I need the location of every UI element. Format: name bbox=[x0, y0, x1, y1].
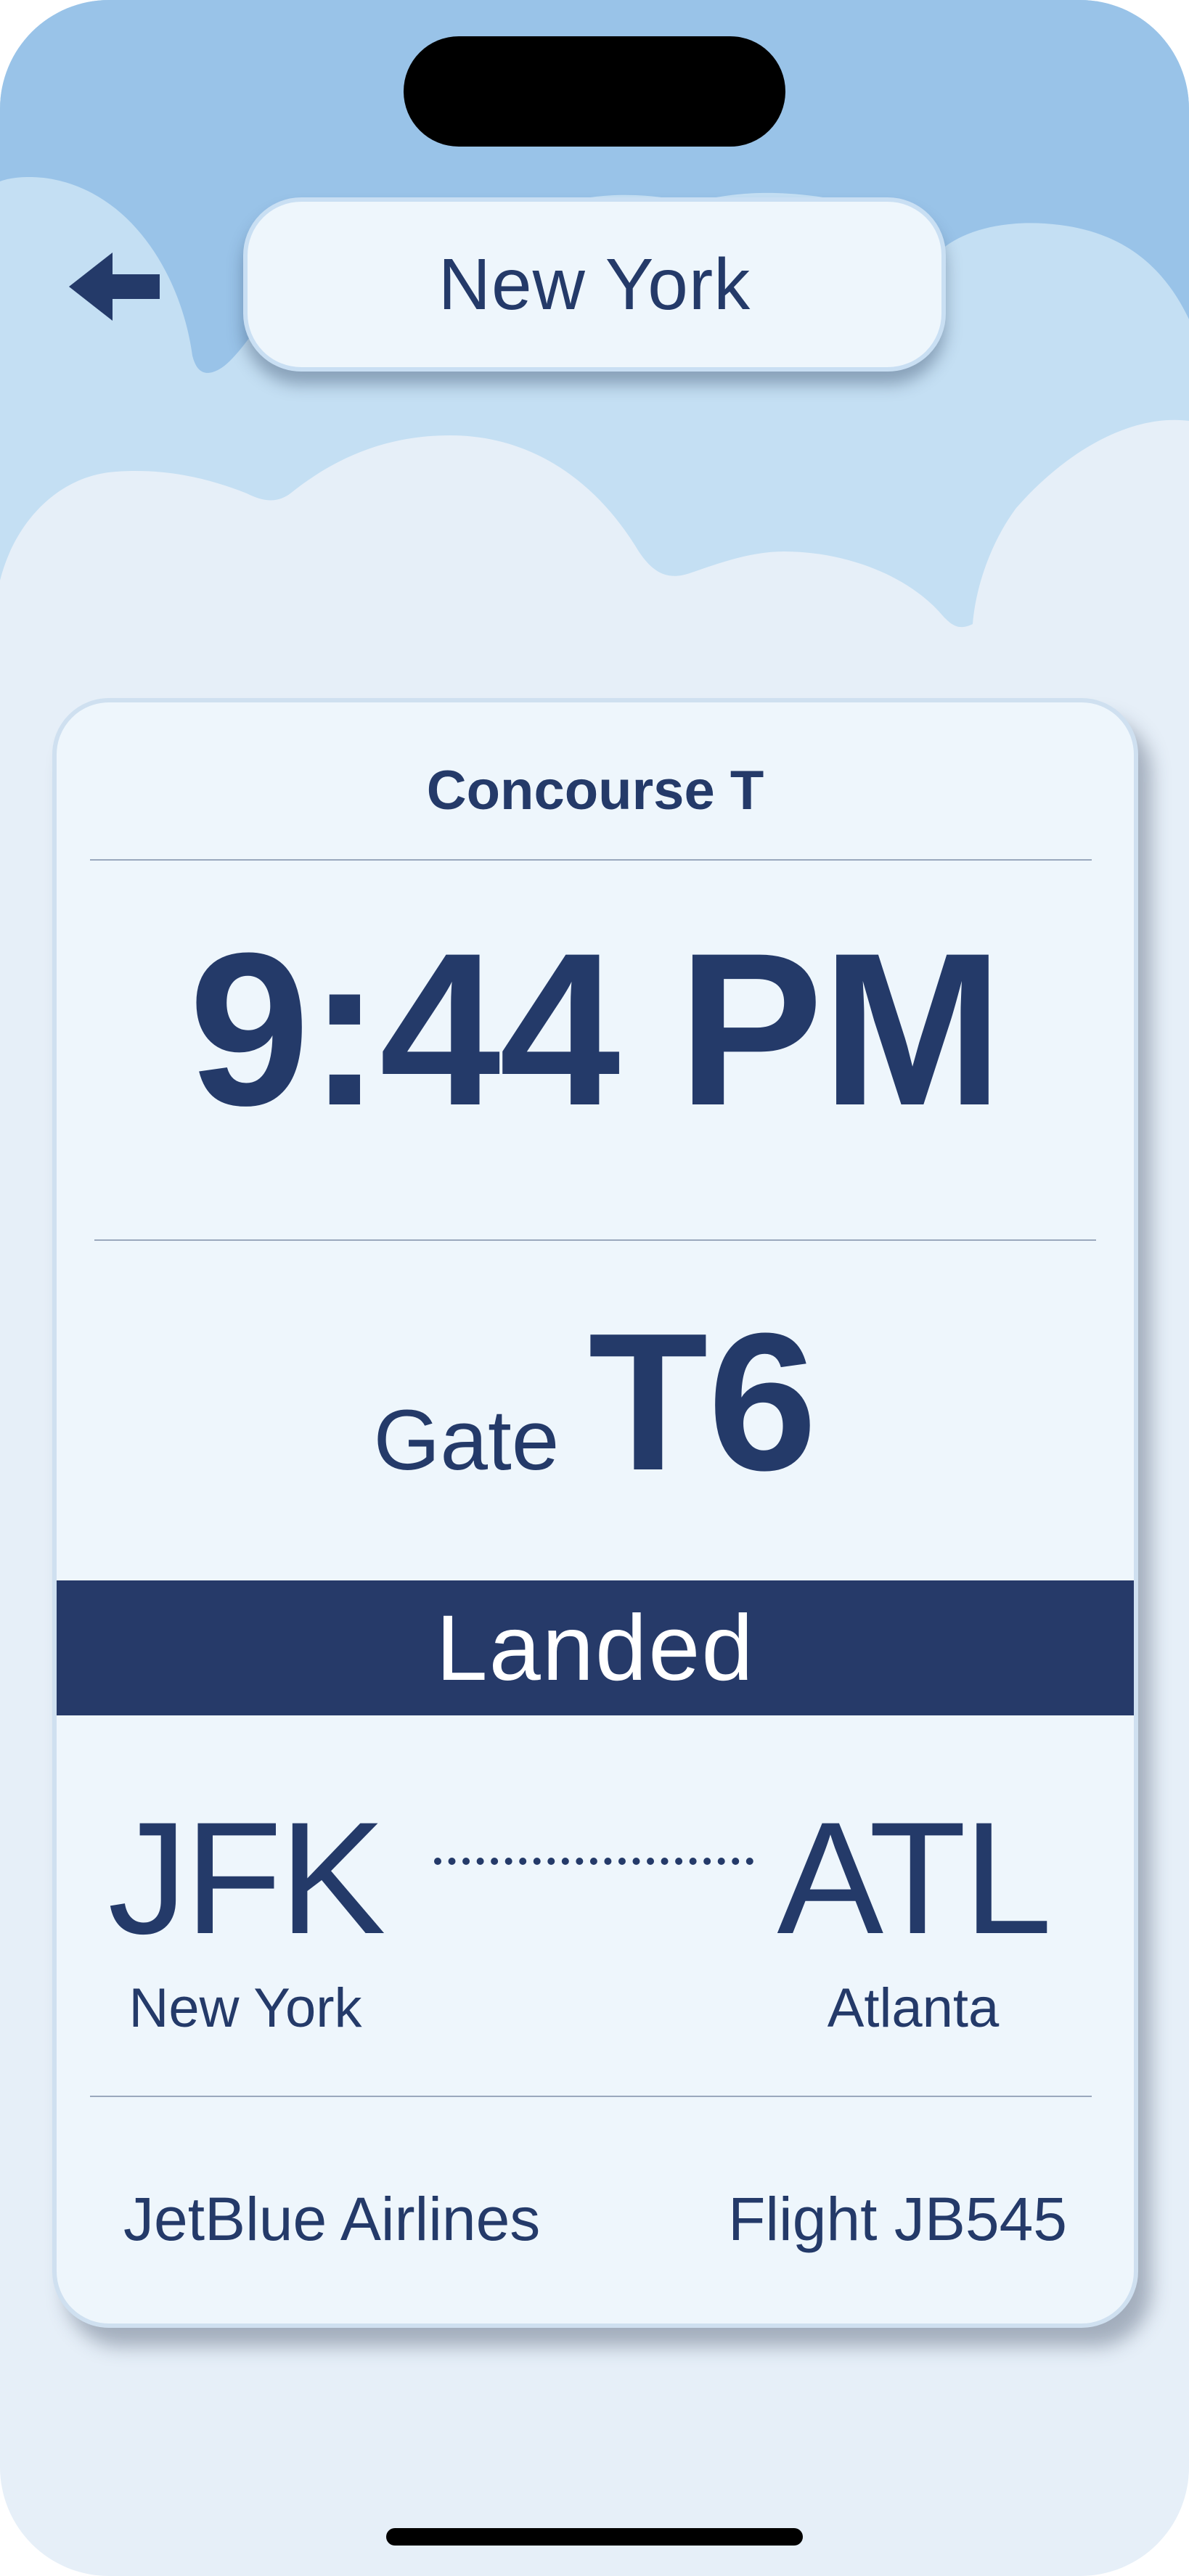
concourse-label: Concourse T bbox=[426, 760, 764, 821]
divider bbox=[90, 859, 1092, 861]
origin-airport: JFK New York bbox=[100, 1798, 391, 2040]
city-title-pill[interactable]: New York bbox=[243, 197, 946, 372]
divider bbox=[94, 1239, 1096, 1241]
gate-number: T6 bbox=[588, 1293, 817, 1511]
flight-status-banner: Landed bbox=[57, 1580, 1134, 1715]
city-title: New York bbox=[438, 243, 751, 325]
flight-number: Flight JB545 bbox=[728, 2185, 1067, 2253]
destination-code: ATL bbox=[777, 1789, 1052, 1967]
home-indicator[interactable] bbox=[386, 2528, 803, 2546]
airline-name: JetBlue Airlines bbox=[123, 2185, 541, 2253]
flight-status: Landed bbox=[436, 1596, 755, 1700]
dynamic-island bbox=[404, 36, 785, 147]
origin-city: New York bbox=[128, 1977, 362, 2039]
destination-airport: ATL Atlanta bbox=[753, 1798, 1073, 2040]
phone-screen: New York Concourse T 9:44 PM Gate T6 Lan… bbox=[0, 0, 1189, 2576]
arrow-left-icon bbox=[69, 253, 160, 321]
arrival-time: 9:44 PM bbox=[189, 907, 1003, 1151]
gate-label: Gate bbox=[373, 1392, 560, 1488]
divider bbox=[90, 2096, 1092, 2097]
gate-row: Gate T6 bbox=[57, 1305, 1134, 1501]
flight-card: Concourse T 9:44 PM Gate T6 Landed JFK N… bbox=[52, 698, 1138, 2328]
destination-city: Atlanta bbox=[827, 1977, 1000, 2039]
back-button[interactable] bbox=[58, 239, 167, 334]
origin-code: JFK bbox=[107, 1789, 385, 1967]
route-line bbox=[434, 1858, 753, 1865]
